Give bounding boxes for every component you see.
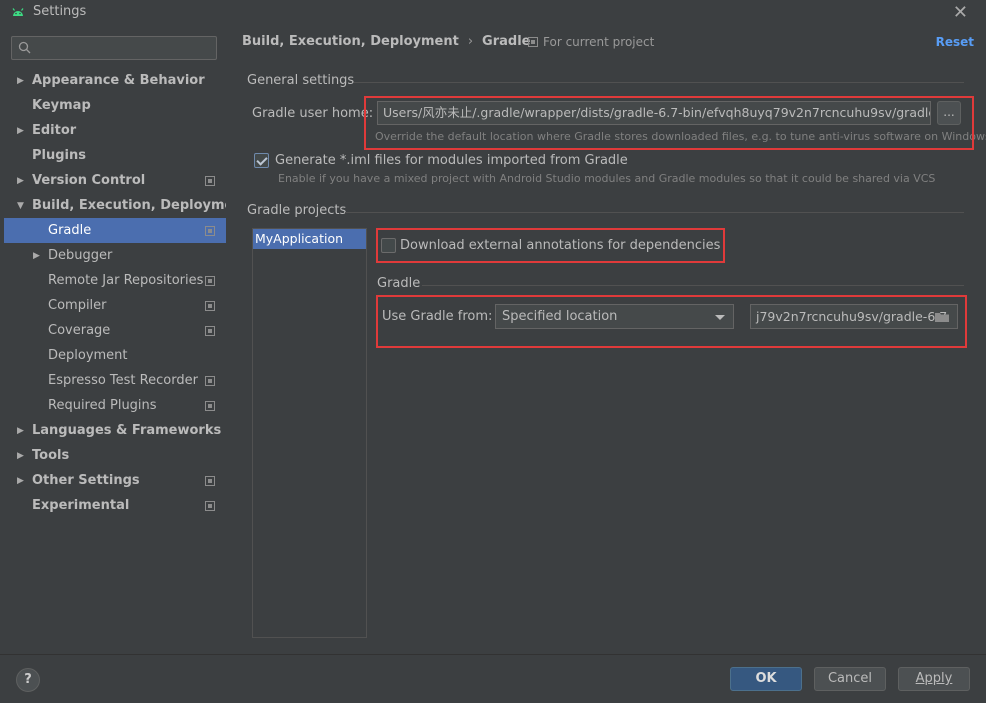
sidebar-item-label: Languages & Frameworks <box>32 423 222 438</box>
sidebar-item-tools[interactable]: ▶ Tools <box>0 443 226 468</box>
chevron-right-icon[interactable]: ▶ <box>17 126 27 136</box>
project-scope-icon <box>205 476 215 486</box>
sidebar-item-required-plugins[interactable]: Required Plugins <box>0 393 226 418</box>
sidebar-item-label: Espresso Test Recorder <box>48 373 198 388</box>
sidebar-item-label: Coverage <box>48 323 111 338</box>
sidebar-item-debugger[interactable]: ▶ Debugger <box>0 243 226 268</box>
breadcrumb-current: Gradle <box>482 34 531 49</box>
title-bar: Settings ✕ <box>0 0 986 26</box>
cancel-button[interactable]: Cancel <box>814 667 886 691</box>
highlight-user-home <box>364 96 974 150</box>
generate-iml-hint: Enable if you have a mixed project with … <box>278 172 936 185</box>
sidebar-item-version-control[interactable]: ▶ Version Control <box>0 168 226 193</box>
sidebar-item-label: Required Plugins <box>48 398 157 413</box>
sidebar-item-label: Experimental <box>32 498 130 513</box>
dialog-footer: ? OK Cancel Apply <box>0 654 986 703</box>
gradle-projects-list: MyApplication <box>252 228 367 638</box>
highlight-download-annotations <box>376 228 725 263</box>
project-scope-icon <box>205 401 215 411</box>
project-scope-icon <box>205 176 215 186</box>
sidebar-item-coverage[interactable]: Coverage <box>0 318 226 343</box>
gradle-projects-title: Gradle projects <box>247 203 347 218</box>
sidebar-item-compiler[interactable]: Compiler <box>0 293 226 318</box>
sidebar-item-label: Deployment <box>48 348 128 363</box>
chevron-right-icon[interactable]: ▶ <box>17 451 27 461</box>
sidebar-item-keymap[interactable]: Keymap <box>0 93 226 118</box>
sidebar-item-deployment[interactable]: Deployment <box>0 343 226 368</box>
for-current-project-note: For current project <box>528 35 654 49</box>
chevron-right-icon[interactable]: ▶ <box>17 426 27 436</box>
gradle-settings-panel: Build, Execution, Deployment › Gradle Fo… <box>226 26 986 654</box>
settings-tree: ▶ Appearance & Behavior Keymap ▶ Editor Plugi… <box>0 68 249 518</box>
sidebar-item-label: Debugger <box>48 248 113 263</box>
project-scope-icon <box>205 501 215 511</box>
project-scope-icon <box>205 226 215 236</box>
general-settings-title: General settings <box>247 73 355 88</box>
sidebar-item-remote-jar-repositories[interactable]: Remote Jar Repositories <box>0 268 226 293</box>
general-settings-divider <box>354 82 964 83</box>
sidebar-item-languages-frameworks[interactable]: ▶ Languages & Frameworks <box>0 418 226 443</box>
generate-iml-checkbox[interactable] <box>254 153 269 168</box>
window-title: Settings <box>33 4 87 19</box>
android-icon <box>12 8 24 16</box>
project-scope-icon <box>528 37 538 47</box>
breadcrumb: Build, Execution, Deployment › Gradle <box>242 34 530 49</box>
sidebar-item-label: Editor <box>32 123 77 138</box>
search-box[interactable] <box>11 36 217 60</box>
sidebar-item-label: Compiler <box>48 298 107 313</box>
sidebar-item-experimental[interactable]: Experimental <box>0 493 226 518</box>
sidebar-item-espresso-test-recorder[interactable]: Espresso Test Recorder <box>0 368 226 393</box>
gradle-user-home-label: Gradle user home: <box>252 106 374 121</box>
sidebar-item-label: Tools <box>32 448 70 463</box>
breadcrumb-parent[interactable]: Build, Execution, Deployment <box>242 34 459 49</box>
gradle-section-title: Gradle <box>377 276 421 291</box>
chevron-right-icon[interactable]: ▶ <box>17 476 27 486</box>
chevron-right-icon[interactable]: ▶ <box>17 176 27 186</box>
sidebar-item-label: Remote Jar Repositories <box>48 273 204 288</box>
sidebar-item-label: Other Settings <box>32 473 140 488</box>
chevron-right-icon: › <box>467 34 474 49</box>
project-scope-icon <box>205 276 215 286</box>
gradle-section-divider <box>422 285 964 286</box>
sidebar-item-label: Keymap <box>32 98 91 113</box>
project-scope-icon <box>205 376 215 386</box>
sidebar-item-label: Appearance & Behavior <box>32 73 205 88</box>
chevron-right-icon[interactable]: ▶ <box>33 251 43 261</box>
sidebar-item-build-execution-deployment[interactable]: ▼ Build, Execution, Deployment <box>0 193 249 218</box>
chevron-down-icon[interactable]: ▼ <box>17 201 27 211</box>
sidebar-item-gradle[interactable]: Gradle <box>4 218 226 243</box>
close-icon[interactable]: ✕ <box>953 2 968 23</box>
ok-button[interactable]: OK <box>730 667 802 691</box>
project-item-myapplication[interactable]: MyApplication <box>253 229 366 249</box>
for-current-project-label: For current project <box>543 35 655 49</box>
reset-link[interactable]: Reset <box>936 35 974 49</box>
sidebar-item-appearance-behavior[interactable]: ▶ Appearance & Behavior <box>0 68 226 93</box>
sidebar-item-other-settings[interactable]: ▶ Other Settings <box>0 468 226 493</box>
sidebar-item-label: Version Control <box>32 173 146 188</box>
generate-iml-label: Generate *.iml files for modules importe… <box>275 153 628 168</box>
settings-sidebar: ▶ Appearance & Behavior Keymap ▶ Editor Plugi… <box>0 26 249 654</box>
sidebar-item-label: Plugins <box>32 148 86 163</box>
help-button[interactable]: ? <box>16 668 40 692</box>
sidebar-item-label: Build, Execution, Deployment <box>32 198 249 213</box>
project-scope-icon <box>205 301 215 311</box>
highlight-use-gradle-from <box>376 295 967 348</box>
apply-button[interactable]: Apply <box>898 667 970 691</box>
search-icon <box>18 41 31 54</box>
sidebar-item-plugins[interactable]: Plugins <box>0 143 226 168</box>
search-input[interactable] <box>36 41 206 55</box>
chevron-right-icon[interactable]: ▶ <box>17 76 27 86</box>
sidebar-item-editor[interactable]: ▶ Editor <box>0 118 226 143</box>
gradle-projects-divider <box>345 212 964 213</box>
project-scope-icon <box>205 326 215 336</box>
sidebar-item-label: Gradle <box>48 223 92 238</box>
